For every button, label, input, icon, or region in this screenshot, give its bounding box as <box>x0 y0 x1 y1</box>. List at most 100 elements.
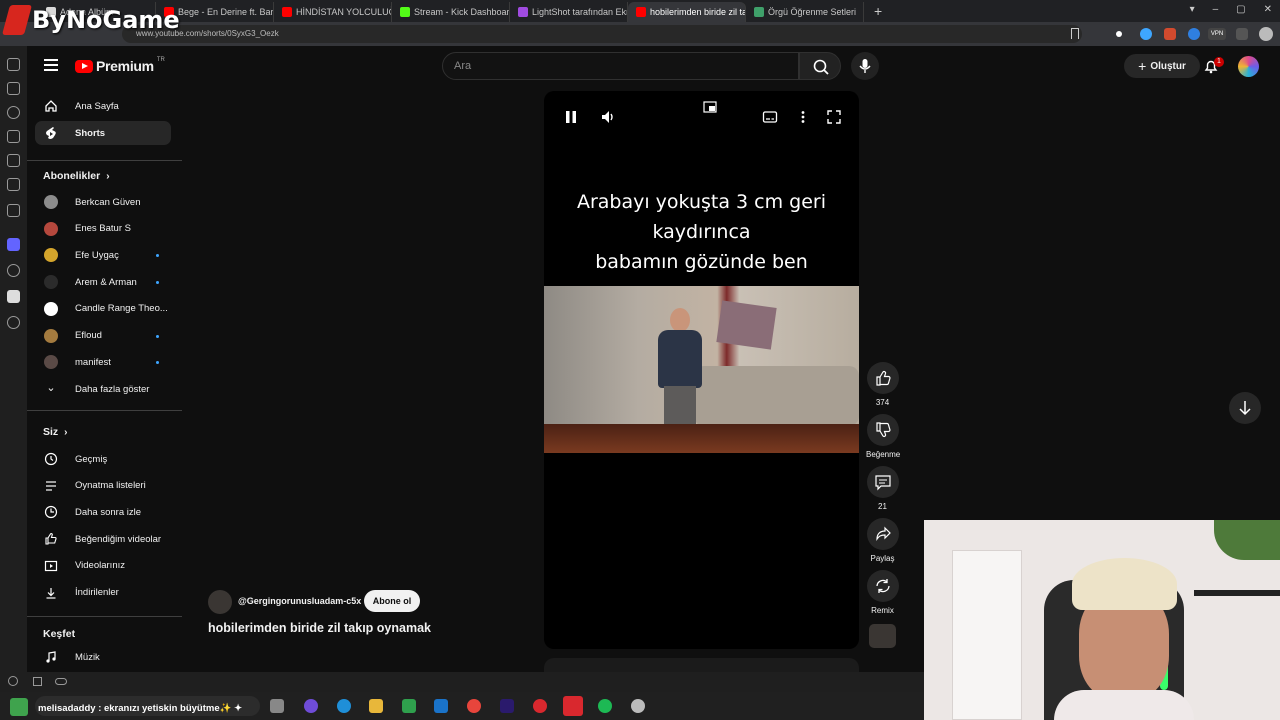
fullscreen-icon[interactable] <box>826 109 842 125</box>
sound-thumbnail[interactable] <box>869 624 896 648</box>
account-avatar[interactable] <box>1238 56 1259 77</box>
rail-reader-icon[interactable] <box>7 204 20 217</box>
show-more-label: Daha fazla göster <box>75 383 150 395</box>
browser-tab[interactable]: HİNDİSTAN YOLCULUĞU V <box>274 2 392 22</box>
new-tab-button[interactable]: + <box>874 3 882 19</box>
channel-avatar[interactable] <box>208 590 232 614</box>
browser-tab[interactable]: LightShot tarafından Ekran <box>510 2 628 22</box>
vpn-icon[interactable]: VPN <box>1208 28 1226 40</box>
comments-button[interactable] <box>866 466 899 498</box>
webcam-person-cap <box>1072 558 1177 610</box>
minimize-icon[interactable]: – <box>1213 4 1219 15</box>
rail-bookmarks-icon[interactable] <box>7 58 20 71</box>
browser-tab[interactable]: Örgü Öğrenme Setleri <box>746 2 864 22</box>
copilot-icon[interactable] <box>304 699 318 713</box>
maximize-icon[interactable]: ▢ <box>1236 4 1245 15</box>
task-view-icon[interactable] <box>270 699 284 713</box>
next-short-button[interactable] <box>1229 392 1261 424</box>
sidebar-item-shorts[interactable]: Shorts <box>35 121 171 145</box>
url-field[interactable]: www.youtube.com/shorts/0SyxG3_Oezk <box>122 25 1082 43</box>
you-heading[interactable]: Siz › <box>43 426 68 438</box>
profile-icon[interactable] <box>1259 27 1273 41</box>
file-explorer-icon[interactable] <box>369 699 383 713</box>
spotify-icon[interactable] <box>598 699 612 713</box>
remix-action[interactable]: Remix <box>866 570 899 615</box>
rail-tabs-icon[interactable] <box>7 154 20 167</box>
subscribe-button[interactable]: Abone ol <box>364 590 420 612</box>
edge-icon[interactable] <box>337 699 351 713</box>
close-window-icon[interactable]: ✕ <box>1264 4 1272 15</box>
sidebar-item-music[interactable]: Müzik <box>35 645 171 669</box>
subscription-item[interactable]: Enes Batur S <box>35 217 171 241</box>
bookmark-icon[interactable] <box>1071 28 1079 39</box>
obs-icon[interactable] <box>631 699 645 713</box>
tab-search-icon[interactable]: ▾ <box>1190 4 1195 15</box>
subscription-item[interactable]: Efe Uygaç <box>35 243 171 267</box>
opera-icon[interactable] <box>533 699 547 713</box>
watch-later-icon <box>44 505 58 519</box>
streamer-logo-text: ByNoGame <box>32 6 180 34</box>
miniplayer-icon[interactable] <box>703 101 719 117</box>
share-action[interactable]: Paylaş <box>866 518 899 563</box>
rail-mail-icon[interactable] <box>7 178 20 191</box>
rail-wiki-icon[interactable] <box>7 290 20 303</box>
sidebar-item-liked[interactable]: Beğendiğim videolar <box>35 527 171 551</box>
menu-icon[interactable] <box>44 59 58 71</box>
chrome-icon[interactable] <box>467 699 481 713</box>
browser-tab[interactable]: Stream - Kick Dashboard <box>392 2 510 22</box>
comments-action[interactable]: 21 <box>866 466 899 511</box>
rail-app-icon[interactable] <box>7 264 20 277</box>
store-icon[interactable] <box>402 699 416 713</box>
panel-icon[interactable] <box>33 677 42 686</box>
subscription-item[interactable]: Candle Range Theo... <box>35 297 171 321</box>
like-action[interactable]: 374 <box>866 362 899 407</box>
dislike-action[interactable]: Beğenme <box>866 414 900 459</box>
sidebar-item-playlists[interactable]: Oynatma listeleri <box>35 474 171 498</box>
like-button[interactable] <box>866 362 899 394</box>
extensions-icon[interactable] <box>1236 28 1248 40</box>
shorts-player[interactable]: Arabayı yokuşta 3 cm geri kaydırınca babam… <box>544 91 859 649</box>
channel-avatar <box>44 275 58 290</box>
shorts-icon <box>44 126 58 140</box>
subscription-item[interactable]: Berkcan Güven <box>35 190 171 214</box>
voice-search-button[interactable] <box>851 52 879 80</box>
rail-history-icon[interactable] <box>7 106 20 119</box>
rail-mastodon-icon[interactable] <box>7 238 20 251</box>
rail-notes-icon[interactable] <box>7 130 20 143</box>
rail-downloads-icon[interactable] <box>7 82 20 95</box>
divider <box>27 410 182 411</box>
search-input[interactable]: Ara <box>442 52 799 80</box>
subscription-item[interactable]: manifest <box>35 350 171 374</box>
subscription-item[interactable]: Arem & Arman <box>35 270 171 294</box>
sidebar-item-your-videos[interactable]: Videolarınız <box>35 554 171 578</box>
extension-red-icon[interactable] <box>1164 28 1176 40</box>
more-options-icon[interactable] <box>795 109 811 125</box>
sidebar-item-watch-later[interactable]: Daha sonra izle <box>35 500 171 524</box>
channel-name[interactable]: @Gergingorunusluadam-c5x <box>238 596 361 606</box>
sidebar-item-history[interactable]: Geçmiş <box>35 447 171 471</box>
rail-add-icon[interactable] <box>7 316 20 329</box>
subscriptions-heading[interactable]: Abonelikler › <box>43 170 110 182</box>
youtube-premium-logo[interactable]: Premium TR <box>75 57 165 74</box>
pause-icon[interactable] <box>563 109 579 125</box>
share-button[interactable] <box>866 518 899 550</box>
subscription-item[interactable]: Efloud <box>35 324 171 348</box>
create-button[interactable]: + Oluştur <box>1124 54 1200 78</box>
volume-icon[interactable] <box>600 109 616 125</box>
search-button[interactable] <box>799 52 841 80</box>
remix-button[interactable] <box>866 570 899 602</box>
outlook-icon[interactable] <box>434 699 448 713</box>
premiere-icon[interactable] <box>500 699 514 713</box>
browser-tab[interactable]: hobilerimden biride zil takı <box>628 2 746 22</box>
show-more-button[interactable]: ⌄ Daha fazla göster <box>35 377 171 401</box>
sidebar-item-downloads[interactable]: İndirilenler <box>35 581 171 605</box>
settings-icon[interactable] <box>8 676 18 686</box>
extension-diamond-icon[interactable] <box>1114 29 1124 39</box>
extension-blue-icon[interactable] <box>1188 28 1200 40</box>
dislike-button[interactable] <box>866 414 899 446</box>
sidebar-item-home[interactable]: Ana Sayfa <box>35 94 171 118</box>
cloud-icon[interactable] <box>55 678 67 685</box>
vivaldi-icon[interactable] <box>563 696 583 716</box>
captions-icon[interactable] <box>762 109 778 125</box>
extension-sound-icon[interactable] <box>1140 28 1152 40</box>
